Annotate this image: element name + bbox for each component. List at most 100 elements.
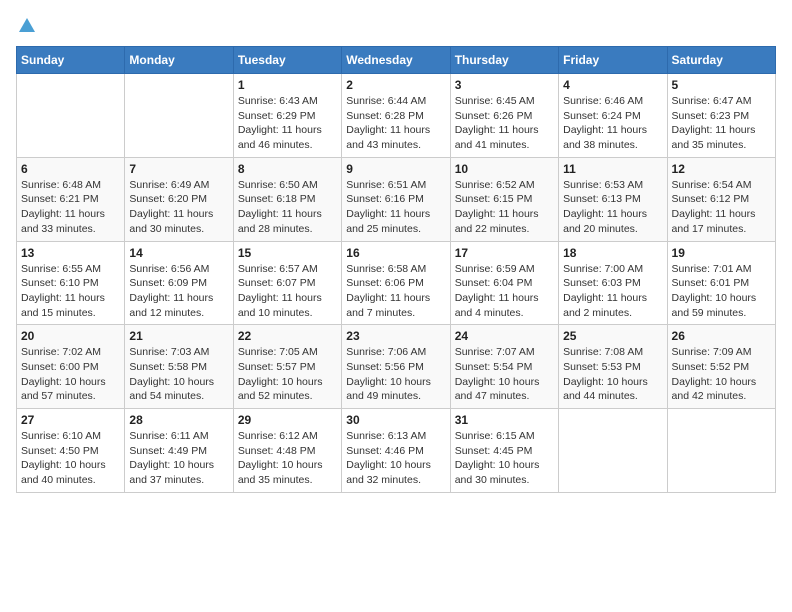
day-info: Sunrise: 6:51 AM Sunset: 6:16 PM Dayligh… bbox=[346, 178, 445, 237]
page-header bbox=[16, 16, 776, 34]
day-info: Sunrise: 6:43 AM Sunset: 6:29 PM Dayligh… bbox=[238, 94, 337, 153]
day-info: Sunrise: 6:12 AM Sunset: 4:48 PM Dayligh… bbox=[238, 429, 337, 488]
day-number: 21 bbox=[129, 329, 228, 343]
header-row: SundayMondayTuesdayWednesdayThursdayFrid… bbox=[17, 47, 776, 74]
calendar-cell bbox=[667, 409, 775, 493]
day-info: Sunrise: 6:45 AM Sunset: 6:26 PM Dayligh… bbox=[455, 94, 554, 153]
day-number: 9 bbox=[346, 162, 445, 176]
day-number: 1 bbox=[238, 78, 337, 92]
calendar-cell: 10 Sunrise: 6:52 AM Sunset: 6:15 PM Dayli… bbox=[450, 157, 558, 241]
calendar-cell: 11Sunrise: 6:53 AM Sunset: 6:13 PM Dayli… bbox=[559, 157, 667, 241]
day-info: Sunrise: 6:49 AM Sunset: 6:20 PM Dayligh… bbox=[129, 178, 228, 237]
calendar-body: 1 Sunrise: 6:43 AM Sunset: 6:29 PM Daylig… bbox=[17, 74, 776, 493]
calendar-cell: 3Sunrise: 6:45 AM Sunset: 6:26 PM Daylig… bbox=[450, 74, 558, 158]
day-info: Sunrise: 7:03 AM Sunset: 5:58 PM Dayligh… bbox=[129, 345, 228, 404]
calendar-cell: 8Sunrise: 6:50 AM Sunset: 6:18 PM Daylig… bbox=[233, 157, 341, 241]
day-number: 6 bbox=[21, 162, 120, 176]
day-number: 18 bbox=[563, 246, 662, 260]
calendar-week-2: 6 Sunrise: 6:48 AM Sunset: 6:21 PM Daylig… bbox=[17, 157, 776, 241]
day-number: 16 bbox=[346, 246, 445, 260]
day-number: 2 bbox=[346, 78, 445, 92]
calendar-cell bbox=[17, 74, 125, 158]
header-cell-monday: Monday bbox=[125, 47, 233, 74]
day-number: 29 bbox=[238, 413, 337, 427]
calendar-cell: 30 Sunrise: 6:13 AM Sunset: 4:46 PM Dayli… bbox=[342, 409, 450, 493]
day-number: 13 bbox=[21, 246, 120, 260]
calendar-week-3: 13 Sunrise: 6:55 AM Sunset: 6:10 PM Dayli… bbox=[17, 241, 776, 325]
day-number: 22 bbox=[238, 329, 337, 343]
header-cell-friday: Friday bbox=[559, 47, 667, 74]
day-number: 19 bbox=[672, 246, 771, 260]
calendar-cell: 5 Sunrise: 6:47 AM Sunset: 6:23 PM Daylig… bbox=[667, 74, 775, 158]
day-number: 5 bbox=[672, 78, 771, 92]
calendar-cell: 27 Sunrise: 6:10 AM Sunset: 4:50 PM Dayli… bbox=[17, 409, 125, 493]
calendar-cell: 7 Sunrise: 6:49 AM Sunset: 6:20 PM Daylig… bbox=[125, 157, 233, 241]
logo-icon bbox=[18, 16, 36, 34]
calendar-cell: 31Sunrise: 6:15 AM Sunset: 4:45 PM Dayli… bbox=[450, 409, 558, 493]
calendar-cell: 6 Sunrise: 6:48 AM Sunset: 6:21 PM Daylig… bbox=[17, 157, 125, 241]
day-number: 23 bbox=[346, 329, 445, 343]
day-number: 30 bbox=[346, 413, 445, 427]
calendar-cell: 20Sunrise: 7:02 AM Sunset: 6:00 PM Dayli… bbox=[17, 325, 125, 409]
day-number: 10 bbox=[455, 162, 554, 176]
day-info: Sunrise: 6:58 AM Sunset: 6:06 PM Dayligh… bbox=[346, 262, 445, 321]
header-cell-tuesday: Tuesday bbox=[233, 47, 341, 74]
calendar-cell: 19 Sunrise: 7:01 AM Sunset: 6:01 PM Dayli… bbox=[667, 241, 775, 325]
day-number: 17 bbox=[455, 246, 554, 260]
calendar-table: SundayMondayTuesdayWednesdayThursdayFrid… bbox=[16, 46, 776, 493]
day-info: Sunrise: 6:10 AM Sunset: 4:50 PM Dayligh… bbox=[21, 429, 120, 488]
day-number: 25 bbox=[563, 329, 662, 343]
day-info: Sunrise: 6:47 AM Sunset: 6:23 PM Dayligh… bbox=[672, 94, 771, 153]
calendar-cell: 22 Sunrise: 7:05 AM Sunset: 5:57 PM Dayli… bbox=[233, 325, 341, 409]
day-info: Sunrise: 7:05 AM Sunset: 5:57 PM Dayligh… bbox=[238, 345, 337, 404]
day-info: Sunrise: 6:46 AM Sunset: 6:24 PM Dayligh… bbox=[563, 94, 662, 153]
day-info: Sunrise: 6:48 AM Sunset: 6:21 PM Dayligh… bbox=[21, 178, 120, 237]
calendar-cell bbox=[559, 409, 667, 493]
calendar-cell: 26Sunrise: 7:09 AM Sunset: 5:52 PM Dayli… bbox=[667, 325, 775, 409]
header-cell-saturday: Saturday bbox=[667, 47, 775, 74]
calendar-cell: 15 Sunrise: 6:57 AM Sunset: 6:07 PM Dayli… bbox=[233, 241, 341, 325]
day-number: 28 bbox=[129, 413, 228, 427]
calendar-cell: 9 Sunrise: 6:51 AM Sunset: 6:16 PM Daylig… bbox=[342, 157, 450, 241]
calendar-cell: 29 Sunrise: 6:12 AM Sunset: 4:48 PM Dayli… bbox=[233, 409, 341, 493]
calendar-cell bbox=[125, 74, 233, 158]
day-info: Sunrise: 7:01 AM Sunset: 6:01 PM Dayligh… bbox=[672, 262, 771, 321]
calendar-header: SundayMondayTuesdayWednesdayThursdayFrid… bbox=[17, 47, 776, 74]
header-cell-wednesday: Wednesday bbox=[342, 47, 450, 74]
calendar-cell: 14Sunrise: 6:56 AM Sunset: 6:09 PM Dayli… bbox=[125, 241, 233, 325]
day-info: Sunrise: 6:11 AM Sunset: 4:49 PM Dayligh… bbox=[129, 429, 228, 488]
day-number: 4 bbox=[563, 78, 662, 92]
day-info: Sunrise: 7:02 AM Sunset: 6:00 PM Dayligh… bbox=[21, 345, 120, 404]
day-info: Sunrise: 7:07 AM Sunset: 5:54 PM Dayligh… bbox=[455, 345, 554, 404]
day-info: Sunrise: 6:13 AM Sunset: 4:46 PM Dayligh… bbox=[346, 429, 445, 488]
day-info: Sunrise: 6:59 AM Sunset: 6:04 PM Dayligh… bbox=[455, 262, 554, 321]
day-number: 12 bbox=[672, 162, 771, 176]
day-number: 7 bbox=[129, 162, 228, 176]
calendar-week-1: 1 Sunrise: 6:43 AM Sunset: 6:29 PM Daylig… bbox=[17, 74, 776, 158]
header-cell-sunday: Sunday bbox=[17, 47, 125, 74]
day-number: 24 bbox=[455, 329, 554, 343]
day-info: Sunrise: 6:44 AM Sunset: 6:28 PM Dayligh… bbox=[346, 94, 445, 153]
day-info: Sunrise: 7:06 AM Sunset: 5:56 PM Dayligh… bbox=[346, 345, 445, 404]
calendar-cell: 28 Sunrise: 6:11 AM Sunset: 4:49 PM Dayli… bbox=[125, 409, 233, 493]
logo bbox=[16, 16, 36, 34]
calendar-cell: 13 Sunrise: 6:55 AM Sunset: 6:10 PM Dayli… bbox=[17, 241, 125, 325]
day-info: Sunrise: 7:08 AM Sunset: 5:53 PM Dayligh… bbox=[563, 345, 662, 404]
day-number: 8 bbox=[238, 162, 337, 176]
day-info: Sunrise: 7:09 AM Sunset: 5:52 PM Dayligh… bbox=[672, 345, 771, 404]
day-info: Sunrise: 6:54 AM Sunset: 6:12 PM Dayligh… bbox=[672, 178, 771, 237]
calendar-cell: 24 Sunrise: 7:07 AM Sunset: 5:54 PM Dayli… bbox=[450, 325, 558, 409]
day-info: Sunrise: 6:55 AM Sunset: 6:10 PM Dayligh… bbox=[21, 262, 120, 321]
calendar-cell: 12 Sunrise: 6:54 AM Sunset: 6:12 PM Dayli… bbox=[667, 157, 775, 241]
day-info: Sunrise: 6:57 AM Sunset: 6:07 PM Dayligh… bbox=[238, 262, 337, 321]
calendar-cell: 21 Sunrise: 7:03 AM Sunset: 5:58 PM Dayli… bbox=[125, 325, 233, 409]
day-number: 15 bbox=[238, 246, 337, 260]
day-number: 27 bbox=[21, 413, 120, 427]
calendar-cell: 2 Sunrise: 6:44 AM Sunset: 6:28 PM Daylig… bbox=[342, 74, 450, 158]
calendar-cell: 25 Sunrise: 7:08 AM Sunset: 5:53 PM Dayli… bbox=[559, 325, 667, 409]
calendar-cell: 16 Sunrise: 6:58 AM Sunset: 6:06 PM Dayli… bbox=[342, 241, 450, 325]
day-info: Sunrise: 6:56 AM Sunset: 6:09 PM Dayligh… bbox=[129, 262, 228, 321]
day-info: Sunrise: 6:52 AM Sunset: 6:15 PM Dayligh… bbox=[455, 178, 554, 237]
day-info: Sunrise: 7:00 AM Sunset: 6:03 PM Dayligh… bbox=[563, 262, 662, 321]
header-cell-thursday: Thursday bbox=[450, 47, 558, 74]
